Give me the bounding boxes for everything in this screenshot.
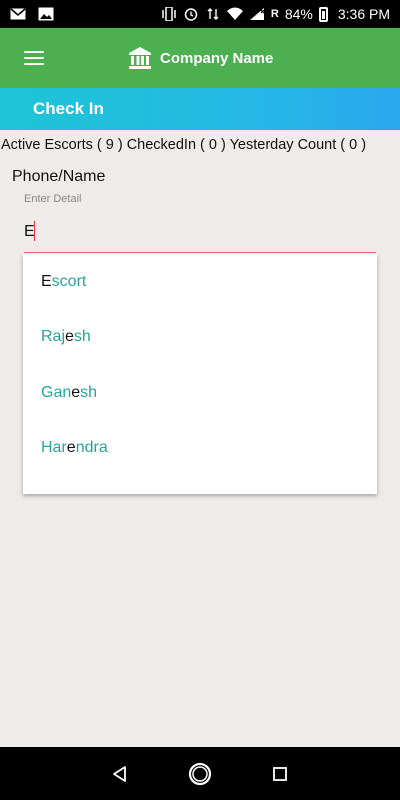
- battery-icon: [318, 6, 328, 22]
- status-right: R 84% 3:36 PM: [161, 6, 390, 22]
- roaming-indicator: R: [270, 8, 279, 20]
- suggestion-item[interactable]: Har e ndra: [23, 421, 377, 477]
- suggestion-text: sh: [73, 328, 91, 346]
- system-nav-bar: [0, 747, 400, 800]
- suggestion-text: Gan: [41, 383, 72, 401]
- input-hint: Enter Detail: [24, 193, 82, 205]
- gmail-icon: [10, 8, 26, 20]
- suggestion-item[interactable]: Escort: [23, 254, 377, 310]
- suggestion-match-text: E: [41, 272, 52, 290]
- app-bar: Company Name: [0, 28, 400, 88]
- clock: 3:36 PM: [337, 6, 390, 22]
- suggestion-match-text: e: [66, 439, 76, 457]
- vibrate-icon: [162, 7, 176, 21]
- status-bar: R 84% 3:36 PM: [0, 0, 400, 28]
- phone-name-input[interactable]: [24, 218, 376, 246]
- image-icon: [38, 7, 54, 21]
- suggestion-text: Har: [41, 439, 67, 457]
- bank-building-icon: [129, 47, 151, 69]
- data-arrows-icon: [207, 8, 219, 20]
- phone-name-field[interactable]: [24, 218, 376, 254]
- back-icon[interactable]: [100, 754, 140, 794]
- phone-name-label: Phone/Name: [12, 168, 106, 185]
- text-caret: [34, 221, 35, 241]
- battery-percent: 84%: [284, 6, 313, 22]
- autocomplete-dropdown: Escort Raj e sh Gan e sh Har e ndra: [23, 254, 377, 494]
- input-underline: [24, 252, 376, 253]
- signal-icon: [249, 8, 265, 20]
- suggestion-item[interactable]: Gan e sh: [23, 365, 377, 421]
- section-header: Check In: [0, 88, 400, 130]
- suggestion-item[interactable]: Raj e sh: [23, 310, 377, 366]
- recents-icon[interactable]: [260, 754, 300, 794]
- suggestion-text: sh: [80, 383, 98, 401]
- wifi-icon: [226, 7, 243, 20]
- suggestion-text: Raj: [41, 328, 66, 346]
- section-title: Check In: [33, 99, 104, 118]
- suggestion-text: scort: [51, 272, 87, 290]
- suggestion-match-text: e: [71, 383, 81, 401]
- suggestion-match-text: e: [65, 328, 74, 346]
- app-title: Company Name: [160, 49, 274, 67]
- suggestion-text: ndra: [75, 439, 108, 457]
- brand: Company Name: [128, 28, 273, 88]
- alarm-icon: [184, 8, 198, 21]
- status-left: [10, 7, 54, 21]
- hamburger-menu-icon[interactable]: [12, 36, 56, 80]
- home-icon[interactable]: [180, 754, 220, 794]
- stats-summary: Active Escorts ( 9 ) CheckedIn ( 0 ) Yes…: [1, 137, 367, 153]
